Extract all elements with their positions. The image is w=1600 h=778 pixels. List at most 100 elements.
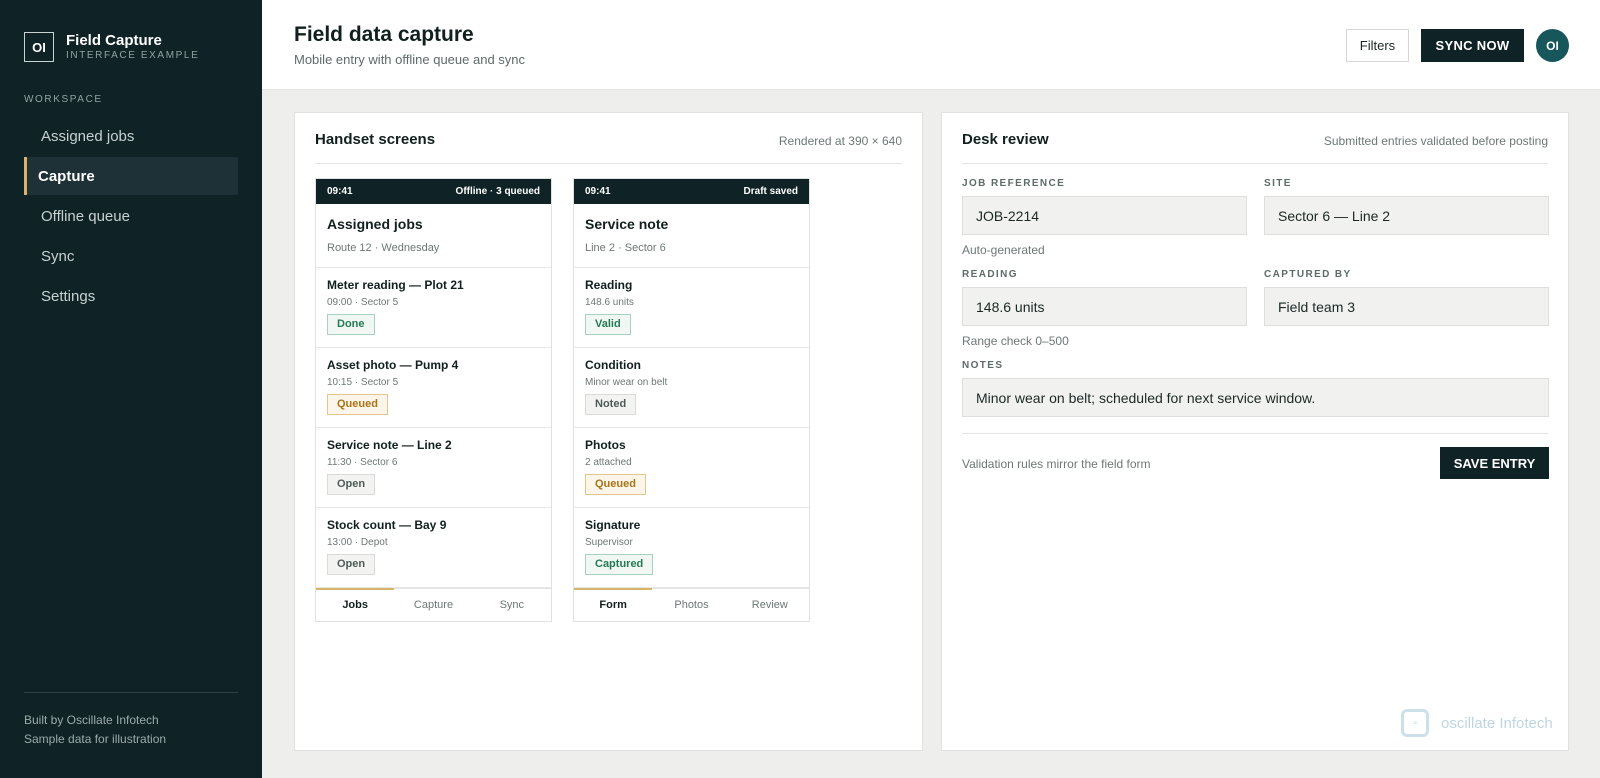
brand-subtitle: INTERFACE EXAMPLE [66, 50, 200, 61]
watermark-logo-icon: ▫ [1401, 709, 1429, 737]
form-row[interactable]: Signature Supervisor Captured [574, 508, 809, 588]
reading-field: READING 148.6 units Range check 0–500 [962, 269, 1247, 348]
job-reference-field: JOB REFERENCE JOB-2214 Auto-generated [962, 178, 1247, 257]
brand: OI Field Capture INTERFACE EXAMPLE [24, 32, 199, 62]
notes-field: NOTES Minor wear on belt; scheduled for … [962, 360, 1549, 417]
field-label: CAPTURED BY [1264, 269, 1352, 280]
list-item-title: Asset photo — Pump 4 [327, 358, 459, 372]
field-label: JOB REFERENCE [962, 178, 1066, 189]
list-item-title: Meter reading — Plot 21 [327, 278, 464, 292]
phone-subtitle: Route 12 · Wednesday [327, 242, 440, 254]
brand-logo: OI [24, 32, 54, 62]
form-row[interactable]: Reading 148.6 units Valid [574, 268, 809, 348]
tab-review[interactable]: Review [731, 589, 809, 621]
form-row-value: 148.6 units [585, 297, 634, 308]
desk-panel-header: Desk review Submitted entries validated … [962, 113, 1548, 164]
form-divider [962, 433, 1548, 434]
form-row-title: Signature [585, 518, 641, 532]
desk-panel-meta: Submitted entries validated before posti… [1323, 134, 1548, 148]
phone-header: Service note Line 2 · Sector 6 [574, 204, 809, 268]
status-badge: Open [327, 554, 376, 575]
status-badge: Done [327, 314, 375, 335]
sidebar-item-sync[interactable]: Sync [24, 237, 238, 275]
handset-panel-header: Handset screens Rendered at 390 × 640 [315, 113, 902, 164]
status-badge: Queued [327, 394, 388, 415]
sidebar-item-offline-queue[interactable]: Offline queue [24, 197, 238, 235]
desk-review-panel: Desk review Submitted entries validated … [941, 112, 1569, 751]
phone-title: Service note [585, 216, 669, 232]
tab-capture[interactable]: Capture [394, 589, 472, 621]
form-row[interactable]: Condition Minor wear on belt Noted [574, 348, 809, 428]
phone-assigned-jobs: 09:41 Offline · 3 queued Assigned jobs R… [315, 178, 552, 622]
field-label: NOTES [962, 360, 1004, 371]
list-item[interactable]: Stock count — Bay 9 13:00 · Depot Open [316, 508, 551, 588]
phone-tab-bar: Form Photos Review [574, 588, 809, 621]
sidebar-divider [24, 692, 238, 693]
list-item[interactable]: Meter reading — Plot 21 09:00 · Sector 5… [316, 268, 551, 348]
status-badge: Valid [585, 314, 631, 335]
handset-panel-title: Handset screens [315, 131, 436, 148]
tab-jobs[interactable]: Jobs [316, 588, 395, 621]
list-item[interactable]: Asset photo — Pump 4 10:15 · Sector 5 Qu… [316, 348, 551, 428]
sidebar-nav: Assigned jobs Capture Offline queue Sync… [24, 117, 238, 317]
sync-now-button[interactable]: SYNC NOW [1421, 29, 1524, 62]
desk-panel-title: Desk review [962, 131, 1049, 148]
form-row-title: Reading [585, 278, 633, 292]
page-subtitle: Mobile entry with offline queue and sync [294, 52, 526, 67]
save-entry-button[interactable]: SAVE ENTRY [1440, 447, 1549, 479]
sidebar: OI Field Capture INTERFACE EXAMPLE WORKS… [0, 0, 262, 778]
form-row-value: 2 attached [585, 457, 632, 468]
brand-name: Field Capture [66, 32, 162, 49]
list-item-meta: 10:15 · Sector 5 [327, 377, 399, 388]
list-item-title: Service note — Line 2 [327, 438, 452, 452]
handset-panel: Handset screens Rendered at 390 × 640 09… [294, 112, 923, 751]
watermark-text: oscillate Infotech [1441, 714, 1553, 732]
phone-time: 09:41 [327, 186, 353, 197]
phone-status-bar: 09:41 Draft saved [574, 179, 809, 204]
tab-sync[interactable]: Sync [473, 589, 551, 621]
list-item-title: Stock count — Bay 9 [327, 518, 447, 532]
filters-button[interactable]: Filters [1346, 29, 1409, 62]
field-label: READING [962, 269, 1018, 280]
phone-header: Assigned jobs Route 12 · Wednesday [316, 204, 551, 268]
form-row-title: Condition [585, 358, 641, 372]
phone-title: Assigned jobs [327, 216, 423, 232]
job-reference-input[interactable]: JOB-2214 [962, 196, 1247, 235]
site-field: SITE Sector 6 — Line 2 [1264, 178, 1549, 235]
field-label: SITE [1264, 178, 1292, 189]
form-row-value: Supervisor [585, 537, 633, 548]
watermark: ▫ oscillate Infotech [1401, 709, 1553, 737]
handset-panel-meta: Rendered at 390 × 640 [778, 134, 902, 148]
tab-form[interactable]: Form [574, 588, 653, 621]
footer-note: Sample data for illustration [24, 732, 167, 746]
list-item[interactable]: Service note — Line 2 11:30 · Sector 6 O… [316, 428, 551, 508]
status-badge: Captured [585, 554, 654, 575]
captured-by-input[interactable]: Field team 3 [1264, 287, 1549, 326]
form-row-title: Photos [585, 438, 626, 452]
validation-note: Validation rules mirror the field form [962, 457, 1151, 471]
field-help: Auto-generated [962, 243, 1045, 257]
phone-time: 09:41 [585, 186, 611, 197]
phone-status-text: Draft saved [743, 186, 798, 197]
field-help: Range check 0–500 [962, 334, 1069, 348]
phone-status-text: Offline · 3 queued [455, 186, 540, 197]
tab-photos[interactable]: Photos [652, 589, 730, 621]
topbar: Field data capture Mobile entry with off… [262, 0, 1600, 90]
phone-service-note: 09:41 Draft saved Service note Line 2 · … [573, 178, 810, 622]
form-row-value: Minor wear on belt [585, 377, 668, 388]
sidebar-item-assigned-jobs[interactable]: Assigned jobs [24, 117, 238, 155]
notes-input[interactable]: Minor wear on belt; scheduled for next s… [962, 378, 1549, 417]
form-row[interactable]: Photos 2 attached Queued [574, 428, 809, 508]
list-item-meta: 09:00 · Sector 5 [327, 297, 399, 308]
avatar[interactable]: OI [1536, 29, 1569, 62]
sidebar-item-capture[interactable]: Capture [24, 157, 238, 195]
site-input[interactable]: Sector 6 — Line 2 [1264, 196, 1549, 235]
reading-input[interactable]: 148.6 units [962, 287, 1247, 326]
status-badge: Queued [585, 474, 646, 495]
sidebar-item-settings[interactable]: Settings [24, 277, 238, 315]
workspace-label: WORKSPACE [24, 94, 103, 105]
status-badge: Noted [585, 394, 637, 415]
captured-by-field: CAPTURED BY Field team 3 [1264, 269, 1549, 326]
status-badge: Open [327, 474, 376, 495]
phone-subtitle: Line 2 · Sector 6 [585, 242, 666, 254]
